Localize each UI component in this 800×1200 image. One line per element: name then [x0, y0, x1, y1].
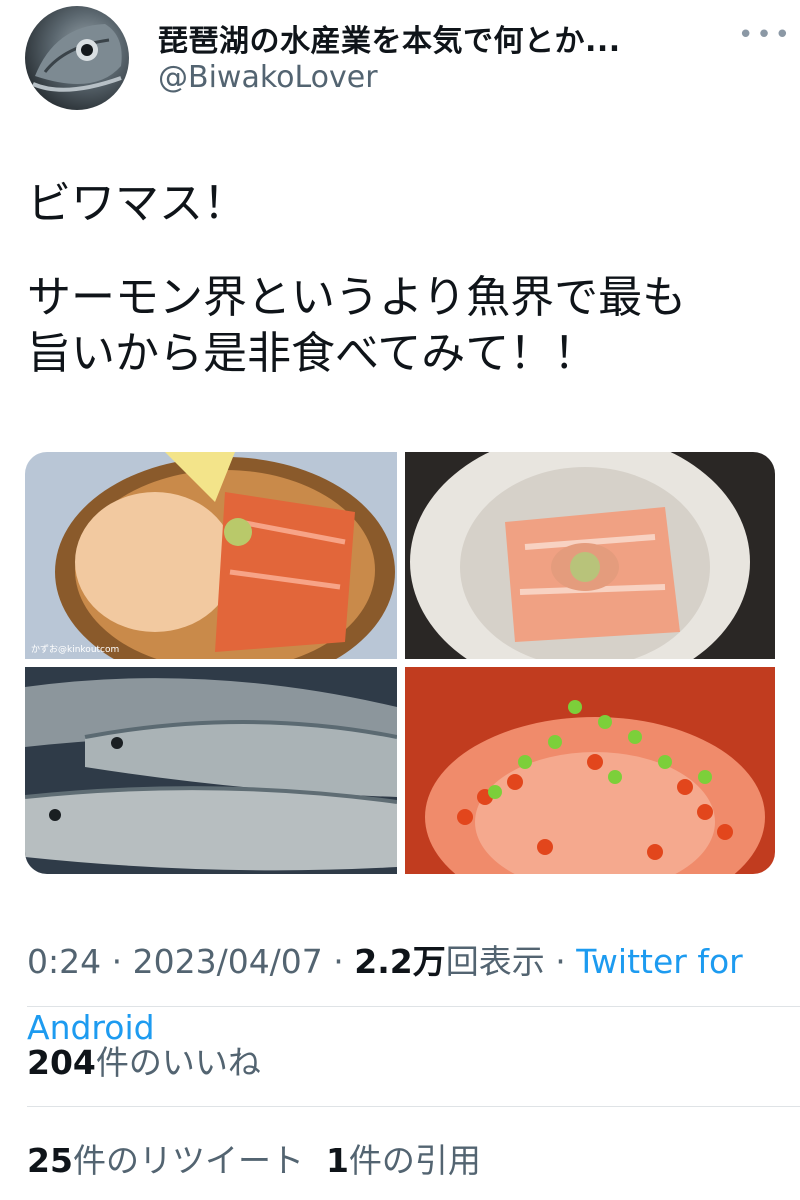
likes-label: 件のいいね	[95, 1043, 261, 1082]
divider	[27, 1006, 800, 1007]
tweet-line: 旨いから是非食べてみて！！	[27, 328, 598, 379]
photo-sashimi-bowl[interactable]	[405, 452, 775, 659]
quotes-stat[interactable]: 1件の引用	[326, 1141, 481, 1180]
separator-dot: ·	[101, 942, 133, 981]
photo-watermark: かずお@kinkoutcom	[31, 644, 119, 655]
tweet-line: サーモン界というより魚界で最も	[27, 272, 687, 323]
avatar[interactable]	[25, 6, 129, 110]
tweet-time[interactable]: 0:24	[27, 942, 101, 981]
views-count: 2.2万	[354, 942, 446, 981]
quotes-label: 件の引用	[348, 1141, 481, 1180]
retweets-quotes-stat: 25件のリツイート 1件の引用	[27, 1134, 481, 1182]
user-handle[interactable]: @BiwakoLover	[158, 60, 378, 95]
likes-stat[interactable]: 204件のいいね	[27, 1036, 261, 1084]
likes-count: 204	[27, 1043, 96, 1082]
retweets-count: 25	[27, 1141, 73, 1180]
media-grid: かずお@kinkoutcom	[25, 452, 775, 874]
tweet-date[interactable]: 2023/04/07	[133, 942, 323, 981]
tweet-text: ビワマス！ サーモン界というより魚界で最も 旨いから是非食べてみて！！	[27, 176, 686, 382]
photo-salmon-roe-bowl[interactable]: かずお@kinkoutcom	[25, 452, 397, 659]
separator-dot: ·	[322, 942, 355, 981]
photo-roe-scallions[interactable]	[405, 667, 775, 874]
tweet-line: ビワマス！	[27, 178, 247, 229]
views-label: 回表示	[445, 942, 545, 981]
separator-dot: ·	[544, 942, 577, 981]
quotes-count: 1	[325, 1141, 349, 1180]
display-name[interactable]: 琵琶湖の水産業を本気で何とか...	[158, 16, 621, 60]
divider	[27, 1106, 800, 1107]
photo-fresh-fish[interactable]	[25, 667, 397, 874]
more-dots-icon[interactable]: •••	[738, 20, 793, 50]
retweets-label: 件のリツイート	[72, 1141, 304, 1180]
retweets-stat[interactable]: 25件のリツイート	[27, 1141, 304, 1180]
